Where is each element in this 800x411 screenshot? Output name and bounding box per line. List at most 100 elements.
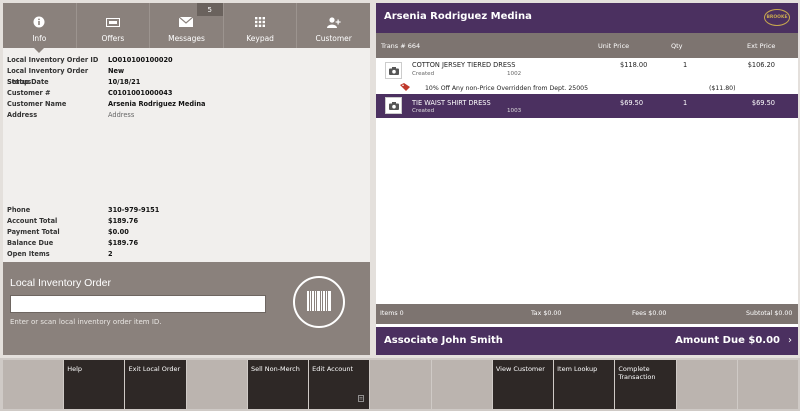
tab-messages[interactable]: 5 Messages: [149, 3, 223, 48]
item-ext-price: $69.50: [751, 99, 775, 107]
camera-icon: [385, 97, 402, 114]
discount-amount: ($11.80): [709, 85, 736, 92]
detail-label: Address: [7, 111, 38, 119]
item-name: TIE WAIST SHIRT DRESS: [412, 99, 491, 107]
detail-label: Account Total: [7, 217, 58, 225]
tab-keypad[interactable]: Keypad: [222, 3, 297, 48]
detail-label: Local Inventory Order ID: [7, 56, 99, 64]
scan-panel: Local Inventory Order Enter or scan loca…: [3, 262, 370, 355]
items-count: Items 0: [380, 310, 404, 317]
function-button-empty: [186, 360, 247, 409]
scan-barcode-button[interactable]: [293, 276, 345, 328]
totals-bar: Items 0 Tax $0.00 Fees $0.00 Subtotal $0…: [376, 304, 798, 324]
col-ext-price: Ext Price: [747, 42, 776, 50]
detail-label: Phone: [7, 206, 31, 214]
help-button[interactable]: Help: [64, 360, 125, 409]
detail-label: Customer Name: [7, 100, 67, 108]
detail-row-order-id: Local Inventory Order ID LO010100100020: [7, 55, 367, 66]
transaction-panel: Arsenia Rodriguez Medina BROOKE Trans # …: [376, 3, 798, 355]
detail-label: Customer #: [7, 89, 51, 97]
function-button-bar: Help Exit Local Order Sell Non-Merch Edi…: [0, 358, 800, 411]
amount-due-bar[interactable]: Associate John Smith Amount Due $0.00 ›: [376, 327, 798, 355]
detail-value: Arsenia Rodriguez Medina: [108, 100, 206, 108]
line-item[interactable]: COTTON JERSEY TIERED DRESS Created 1002 …: [376, 58, 798, 82]
detail-row-open-items: Open Items 2: [7, 249, 367, 260]
fees-total: Fees $0.00: [632, 310, 667, 317]
detail-value: $0.00: [108, 228, 129, 236]
discount-row: 10% Off Any non-Price Overridden from De…: [376, 82, 798, 94]
col-unit-price: Unit Price: [598, 42, 630, 50]
amount-due: Amount Due $0.00: [675, 335, 780, 346]
item-qty: 1: [683, 99, 688, 107]
complete-transaction-button[interactable]: Complete Transaction: [615, 360, 676, 409]
line-item-selected[interactable]: TIE WAIST SHIRT DRESS Created 1003 $69.5…: [376, 94, 798, 118]
function-button-empty: [676, 360, 737, 409]
item-status: Created: [412, 71, 435, 77]
envelope-icon: [179, 15, 194, 29]
view-customer-button[interactable]: View Customer: [492, 360, 554, 409]
item-lookup-button[interactable]: Item Lookup: [554, 360, 615, 409]
detail-row-payment-total: Payment Total $0.00: [7, 227, 367, 238]
subtotal: Subtotal $0.00: [746, 310, 793, 317]
detail-value: 310-979-9151: [108, 206, 160, 214]
tab-customer[interactable]: Customer: [296, 3, 370, 48]
tab-offers-label: Offers: [101, 34, 125, 43]
transaction-header: Arsenia Rodriguez Medina BROOKE: [376, 3, 798, 33]
item-unit-price: $69.50: [620, 99, 644, 107]
detail-value: C0101001000043: [108, 89, 173, 97]
tab-offers[interactable]: Offers: [75, 3, 150, 48]
detail-row-account-total: Account Total $189.76: [7, 216, 367, 227]
detail-label: Payment Total: [7, 228, 60, 236]
transaction-column-header: Trans # 664 Unit Price Qty Ext Price: [376, 33, 798, 58]
scan-input[interactable]: [10, 295, 266, 313]
detail-label: Setup Date: [7, 78, 49, 86]
chevron-right-icon: ›: [788, 335, 792, 346]
edit-account-button[interactable]: Edit Account: [309, 360, 370, 409]
tab-messages-label: Messages: [168, 34, 205, 43]
scan-title: Local Inventory Order: [10, 277, 111, 289]
info-icon: [33, 15, 45, 29]
detail-row-order-status: Local Inventory Order Status New: [7, 66, 367, 86]
info-nav-bar: Info Offers 5 Messages Keypad Customer: [3, 3, 370, 53]
order-details: Local Inventory Order ID LO010100100020 …: [7, 55, 367, 121]
function-button-empty: [3, 360, 64, 409]
camera-icon: [385, 62, 402, 79]
tab-info-label: Info: [32, 34, 47, 43]
detail-row-address: Address Address: [7, 110, 367, 121]
item-name: COTTON JERSEY TIERED DRESS: [412, 61, 516, 69]
detail-row-balance-due: Balance Due $189.76: [7, 238, 367, 249]
discount-tag-icon: [400, 83, 410, 93]
detail-label: Open Items: [7, 250, 50, 258]
order-info-panel: Info Offers 5 Messages Keypad Customer L…: [3, 3, 370, 355]
detail-label: Balance Due: [7, 239, 54, 247]
edit-account-label: Edit Account: [312, 365, 354, 373]
tax-total: Tax $0.00: [531, 310, 562, 317]
barcode-icon: [307, 291, 331, 313]
ticket-icon: [105, 15, 120, 29]
detail-row-setup-date: Setup Date 10/18/21: [7, 77, 367, 88]
item-unit-price: $118.00: [620, 61, 648, 69]
scan-hint: Enter or scan local inventory order item…: [10, 318, 162, 326]
add-user-icon: [326, 15, 341, 29]
tab-customer-label: Customer: [315, 34, 352, 43]
account-summary: Phone 310-979-9151 Account Total $189.76…: [7, 205, 367, 260]
detail-label: Local Inventory Order Status: [7, 67, 89, 86]
item-code: 1003: [507, 108, 522, 114]
brand-logo: BROOKE: [764, 9, 790, 26]
sell-non-merch-button[interactable]: Sell Non-Merch: [247, 360, 309, 409]
function-button-empty: [737, 360, 799, 409]
customer-name: Arsenia Rodriguez Medina: [384, 11, 532, 22]
discount-text: 10% Off Any non-Price Overridden from De…: [425, 85, 589, 92]
exit-local-order-button[interactable]: Exit Local Order: [125, 360, 186, 409]
item-qty: 1: [683, 61, 688, 69]
function-button-empty: [431, 360, 492, 409]
item-code: 1002: [507, 71, 522, 77]
detail-value: 2: [108, 250, 113, 258]
detail-row-customer-name: Customer Name Arsenia Rodriguez Medina: [7, 99, 367, 110]
function-button-empty: [370, 360, 431, 409]
detail-row-customer-number: Customer # C0101001000043: [7, 88, 367, 99]
document-icon: [358, 395, 365, 404]
detail-value: $189.76: [108, 217, 139, 225]
detail-value: New: [108, 67, 125, 75]
tab-info[interactable]: Info: [3, 3, 76, 53]
